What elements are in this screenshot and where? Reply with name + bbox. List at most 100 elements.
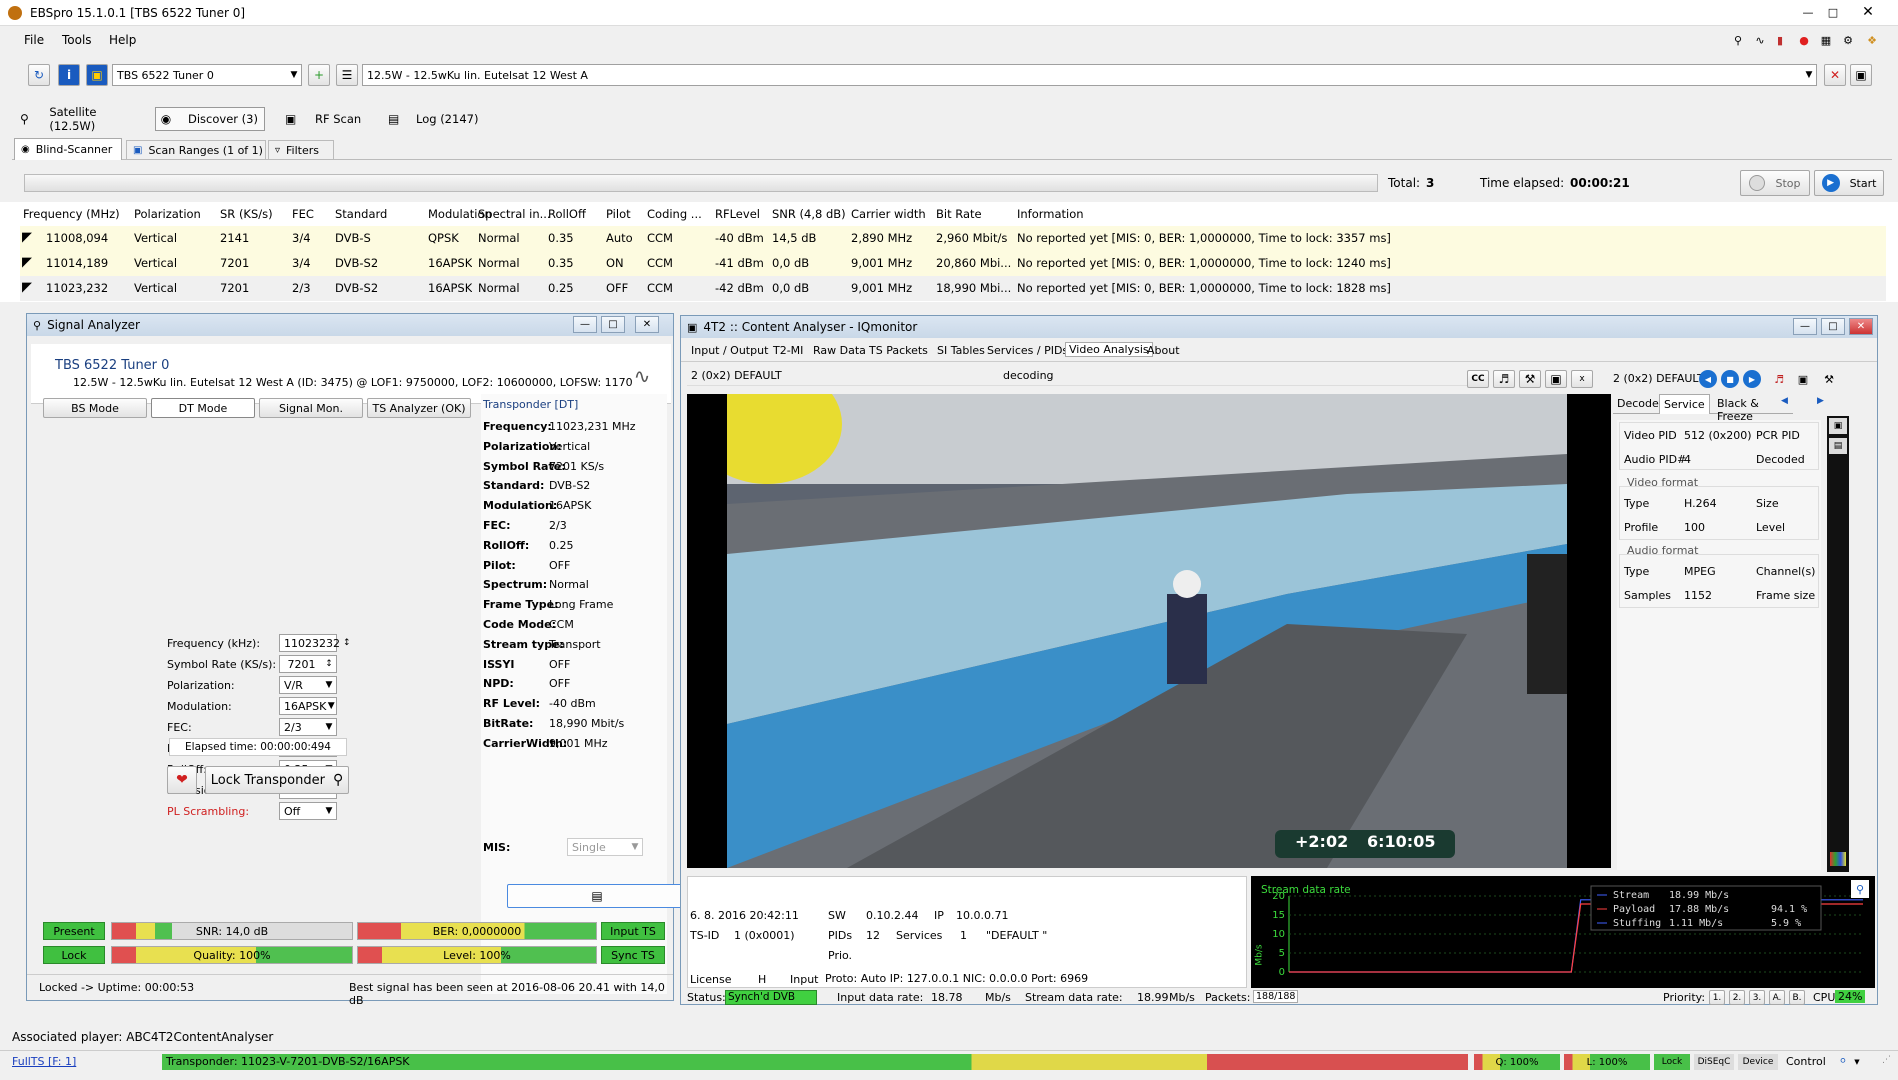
list-icon[interactable]: ▤ bbox=[1829, 438, 1847, 454]
maximize-icon[interactable]: □ bbox=[601, 316, 625, 333]
form-select[interactable]: V/R ▼ bbox=[279, 676, 337, 694]
iq-menu-item[interactable]: Services / PIDs bbox=[987, 344, 1068, 357]
screen-icon[interactable]: ▣ bbox=[1793, 370, 1813, 388]
iq-menu-item[interactable]: SI Tables bbox=[937, 344, 985, 357]
dish-icon[interactable]: ∿ bbox=[1752, 32, 1768, 48]
col-header-rflevel[interactable]: RFLevel bbox=[715, 207, 760, 221]
close-icon[interactable]: x bbox=[1571, 370, 1593, 388]
refresh-button[interactable]: ↻ bbox=[28, 64, 50, 86]
col-header-information[interactable]: Information bbox=[1017, 207, 1084, 221]
resize-grip[interactable]: ⋰ bbox=[1882, 1055, 1891, 1065]
play-icon[interactable]: ▶ bbox=[1743, 370, 1761, 388]
record-icon[interactable]: ● bbox=[1796, 32, 1812, 48]
col-header-snr[interactable]: SNR (4,8 dB) bbox=[772, 207, 846, 221]
subtab-scan-ranges[interactable]: ▣ Scan Ranges (1 of 1) bbox=[126, 140, 266, 160]
add-transponder-button[interactable]: + bbox=[308, 64, 330, 86]
mute-icon[interactable]: ♬ bbox=[1769, 370, 1789, 388]
transponder-select[interactable]: 12.5W - 12.5wKu lin. Eutelsat 12 West A ▼ bbox=[362, 64, 1817, 86]
table-row[interactable]: ◤ 11008,094 Vertical 2141 3/4 DVB-S QPSK Normal… bbox=[20, 226, 1886, 251]
tools-icon[interactable]: ⚒ bbox=[1819, 370, 1839, 388]
table-row[interactable]: ◤ 11014,189 Vertical 7201 3/4 DVB-S2 16APSK Nor… bbox=[20, 251, 1886, 276]
mode-signal-button[interactable]: Signal Mon. bbox=[259, 398, 363, 418]
menu-help[interactable]: Help bbox=[109, 33, 136, 47]
tab-service[interactable]: Service bbox=[1659, 394, 1710, 414]
form-spin-input[interactable]: 7201 ↕ bbox=[279, 655, 337, 673]
mode-bs-button[interactable]: BS Mode bbox=[43, 398, 147, 418]
cancel-button[interactable]: ✕ bbox=[1824, 64, 1846, 86]
col-header-rolloff[interactable]: RollOff bbox=[548, 207, 586, 221]
maximize-icon[interactable]: □ bbox=[1823, 2, 1843, 22]
col-header-pilot[interactable]: Pilot bbox=[606, 207, 631, 221]
settings-icon[interactable]: ⚙ bbox=[1840, 32, 1856, 48]
close-icon[interactable]: ✕ bbox=[1856, 2, 1880, 22]
priority-button[interactable]: A. bbox=[1769, 990, 1785, 1005]
prev-icon[interactable]: ◀ bbox=[1699, 370, 1717, 388]
mis-select[interactable]: Single ▼ bbox=[567, 838, 643, 856]
priority-button[interactable]: 3. bbox=[1749, 990, 1765, 1005]
minimize-icon[interactable]: — bbox=[1798, 2, 1818, 22]
mode-ts-button[interactable]: TS Analyzer (OK) bbox=[367, 398, 471, 418]
close-icon[interactable]: ✕ bbox=[1849, 318, 1873, 335]
tab-discover[interactable]: ◉ Discover (3) bbox=[155, 107, 265, 131]
lock-button[interactable]: ▣ bbox=[86, 64, 108, 86]
chevron-right-icon[interactable]: ▶ bbox=[1817, 396, 1824, 406]
search-icon[interactable]: ⚲ bbox=[1730, 32, 1746, 48]
control-menu[interactable]: Control bbox=[1786, 1055, 1826, 1068]
col-header-carrier[interactable]: Carrier width bbox=[851, 207, 926, 221]
menu-file[interactable]: File bbox=[24, 33, 44, 47]
tab-satellite[interactable]: ⚲ Satellite (12.5W) bbox=[20, 105, 142, 133]
stop-button[interactable]: Stop bbox=[1740, 170, 1810, 196]
grid-icon[interactable]: ▦ bbox=[1818, 32, 1834, 48]
control-icon[interactable]: ⚪ bbox=[1836, 1053, 1850, 1069]
priority-button[interactable]: 2. bbox=[1729, 990, 1745, 1005]
iq-menu-item[interactable]: Input / Output bbox=[691, 344, 768, 357]
subtab-filters[interactable]: ▿ Filters bbox=[268, 140, 334, 160]
tuner-select[interactable]: TBS 6522 Tuner 0 ▼ bbox=[112, 64, 302, 86]
form-spin-input[interactable]: 11023232 ↕ bbox=[279, 634, 351, 652]
col-header-sr[interactable]: SR (KS/s) bbox=[220, 207, 273, 221]
iq-menu-item[interactable]: T2-MI bbox=[773, 344, 803, 357]
info-button[interactable]: i bbox=[58, 64, 80, 86]
subtab-blind-scanner[interactable]: ◉ Blind-Scanner bbox=[14, 138, 122, 160]
zoom-icon[interactable]: ⚲ bbox=[1851, 880, 1869, 898]
form-select[interactable]: Off ▼ bbox=[279, 802, 337, 820]
transponder-action-button[interactable]: ▤ bbox=[507, 884, 687, 908]
speaker-icon[interactable]: ♬ bbox=[1493, 370, 1515, 388]
col-header-standard[interactable]: Standard bbox=[335, 207, 387, 221]
tab-rf-scan[interactable]: ▣ RF Scan bbox=[285, 108, 385, 130]
col-header-fec[interactable]: FEC bbox=[292, 207, 314, 221]
minimize-icon[interactable]: — bbox=[573, 316, 597, 333]
col-header-bitrate[interactable]: Bit Rate bbox=[936, 207, 982, 221]
close-icon[interactable]: ✕ bbox=[635, 316, 659, 333]
iq-menu-item[interactable]: About bbox=[1147, 344, 1180, 357]
start-button[interactable]: ▶ Start bbox=[1814, 170, 1884, 196]
form-select[interactable]: 2/3 ▼ bbox=[279, 718, 337, 736]
col-header-spectral[interactable]: Spectral in... bbox=[478, 207, 551, 221]
mode-dt-button[interactable]: DT Mode bbox=[151, 398, 255, 418]
plugin-icon[interactable]: ❖ bbox=[1864, 32, 1880, 48]
table-row[interactable]: ◤ 11023,232 Vertical 7201 2/3 DVB-S2 16APSK Nor… bbox=[20, 276, 1886, 301]
tools-icon[interactable]: ⚒ bbox=[1519, 370, 1541, 388]
col-header-polarization[interactable]: Polarization bbox=[134, 207, 201, 221]
chevron-left-icon[interactable]: ◀ bbox=[1781, 396, 1788, 406]
minimize-icon[interactable]: — bbox=[1793, 318, 1817, 335]
favorite-button[interactable]: ❤ bbox=[167, 766, 197, 794]
transponder-list-button[interactable]: ☰ bbox=[336, 64, 358, 86]
screen-icon[interactable]: ▣ bbox=[1545, 370, 1567, 388]
iq-menu-item[interactable]: Raw Data bbox=[813, 344, 866, 357]
tab-decoder[interactable]: Decoder bbox=[1617, 397, 1663, 410]
save-button[interactable]: ▣ bbox=[1850, 64, 1872, 86]
screen-icon[interactable]: ▣ bbox=[1829, 418, 1847, 434]
priority-button[interactable]: 1. bbox=[1709, 990, 1725, 1005]
fullts-link[interactable]: FullTS [F: 1] bbox=[12, 1055, 76, 1068]
maximize-icon[interactable]: □ bbox=[1821, 318, 1845, 335]
iq-menu-item[interactable]: Video Analysis bbox=[1065, 342, 1153, 357]
tab-log[interactable]: ▤ Log (2147) bbox=[388, 108, 498, 130]
col-header-frequency[interactable]: Frequency (MHz) bbox=[23, 207, 120, 221]
chart-icon[interactable]: ▮ bbox=[1772, 32, 1788, 48]
col-header-coding[interactable]: Coding ... bbox=[647, 207, 702, 221]
stop-icon[interactable]: ■ bbox=[1721, 370, 1739, 388]
lock-transponder-button[interactable]: Lock Transponder ⚲ bbox=[205, 766, 349, 794]
iq-menu-item[interactable]: TS Packets bbox=[869, 344, 928, 357]
menu-tools[interactable]: Tools bbox=[62, 33, 92, 47]
